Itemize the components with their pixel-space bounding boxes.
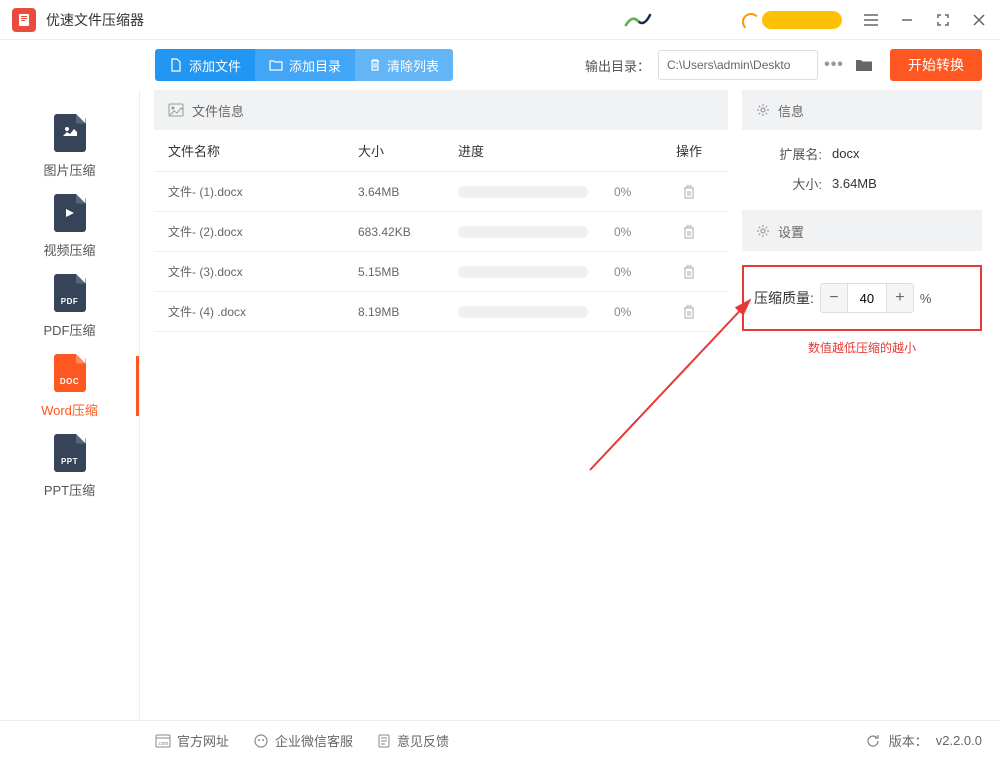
folder-icon xyxy=(269,58,283,72)
feedback-link[interactable]: 意见反馈 xyxy=(377,731,449,750)
info-size-row: 大小: 3.64MB xyxy=(742,168,982,198)
file-progress xyxy=(458,266,614,278)
table-row[interactable]: 文件- (3).docx5.15MB 0% xyxy=(154,252,728,292)
output-path-input[interactable]: C:\Users\admin\Deskto xyxy=(658,50,818,80)
file-pct: 0% xyxy=(614,185,664,199)
doc-file-icon: DOC xyxy=(54,354,86,392)
open-folder-button[interactable] xyxy=(850,50,878,80)
sidebar-item-label: 图片压缩 xyxy=(43,160,95,179)
clear-list-label: 清除列表 xyxy=(387,56,439,75)
sidebar-item-image[interactable]: 图片压缩 xyxy=(0,106,139,186)
start-convert-button[interactable]: 开始转换 xyxy=(890,49,982,81)
file-pct: 0% xyxy=(614,265,664,279)
file-size: 683.42KB xyxy=(358,225,458,239)
app-icon xyxy=(12,8,36,32)
file-pct: 0% xyxy=(614,225,664,239)
col-size-header: 大小 xyxy=(358,141,458,160)
file-icon xyxy=(169,58,183,72)
sidebar-item-video[interactable]: 视频压缩 xyxy=(0,186,139,266)
info-ext-value: docx xyxy=(832,146,859,161)
increase-button[interactable]: + xyxy=(887,284,913,312)
sidebar-item-label: PPT压缩 xyxy=(44,480,95,499)
refresh-icon[interactable] xyxy=(865,733,881,749)
info-size-value: 3.64MB xyxy=(832,176,877,191)
sidebar-item-pdf[interactable]: PDF PDF压缩 xyxy=(0,266,139,346)
fullscreen-icon[interactable] xyxy=(934,11,952,29)
gear-icon xyxy=(756,103,770,117)
quality-stepper: − 40 + xyxy=(820,283,914,313)
wechat-icon xyxy=(253,733,269,749)
decrease-button[interactable]: − xyxy=(821,284,847,312)
sidebar-item-label: PDF压缩 xyxy=(43,320,95,339)
delete-button[interactable] xyxy=(664,184,714,200)
delete-button[interactable] xyxy=(664,264,714,280)
official-link[interactable]: .com 官方网址 xyxy=(155,731,229,750)
picture-icon xyxy=(168,103,184,117)
clear-list-button[interactable]: 清除列表 xyxy=(355,49,453,81)
titlebar: 优速文件压缩器 xyxy=(0,0,1000,40)
quality-value[interactable]: 40 xyxy=(847,284,887,312)
sidebar-item-label: Word压缩 xyxy=(41,400,98,419)
file-size: 3.64MB xyxy=(358,185,458,199)
table-row[interactable]: 文件- (2).docx683.42KB 0% xyxy=(154,212,728,252)
brand-logo xyxy=(624,11,652,29)
ppt-file-icon: PPT xyxy=(54,434,86,472)
footer: .com 官方网址 企业微信客服 意见反馈 版本： v2.2.0.0 xyxy=(0,720,1000,760)
file-panel-header: 文件信息 xyxy=(154,90,728,130)
file-name: 文件- (3).docx xyxy=(168,263,358,280)
percent-sign: % xyxy=(920,291,932,306)
version: 版本： v2.2.0.0 xyxy=(865,731,982,750)
right-panel: 信息 扩展名: docx 大小: 3.64MB 设置 压缩质量: xyxy=(742,90,982,720)
delete-button[interactable] xyxy=(664,304,714,320)
file-pct: 0% xyxy=(614,305,664,319)
minimize-icon[interactable] xyxy=(898,11,916,29)
settings-header: 设置 xyxy=(742,211,982,251)
file-size: 8.19MB xyxy=(358,305,458,319)
quality-label: 压缩质量: xyxy=(754,288,814,308)
menu-icon[interactable] xyxy=(862,11,880,29)
table-row[interactable]: 文件- (4) .docx8.19MB 0% xyxy=(154,292,728,332)
image-file-icon xyxy=(54,114,86,152)
more-icon[interactable]: ••• xyxy=(818,50,850,80)
col-op-header: 操作 xyxy=(664,141,714,160)
file-progress xyxy=(458,226,614,238)
col-name-header: 文件名称 xyxy=(168,141,358,160)
website-icon: .com xyxy=(155,734,171,748)
file-size: 5.15MB xyxy=(358,265,458,279)
feedback-icon xyxy=(377,733,391,749)
sidebar-item-word[interactable]: DOC Word压缩 xyxy=(0,346,139,426)
add-dir-button[interactable]: 添加目录 xyxy=(255,49,355,81)
quality-setting-box: 压缩质量: − 40 + % xyxy=(742,265,982,331)
sidebar: 图片压缩 视频压缩 PDF PDF压缩 DOC Word压缩 PPT PPT压缩 xyxy=(0,90,140,720)
file-name: 文件- (4) .docx xyxy=(168,303,358,320)
file-name: 文件- (1).docx xyxy=(168,183,358,200)
close-icon[interactable] xyxy=(970,11,988,29)
svg-text:.com: .com xyxy=(158,741,169,747)
add-file-label: 添加文件 xyxy=(189,56,241,75)
add-dir-label: 添加目录 xyxy=(289,56,341,75)
output-label: 输出目录： xyxy=(585,56,650,75)
video-file-icon xyxy=(54,194,86,232)
sidebar-item-ppt[interactable]: PPT PPT压缩 xyxy=(0,426,139,506)
info-header: 信息 xyxy=(742,90,982,130)
info-ext-row: 扩展名: docx xyxy=(742,138,982,168)
file-progress xyxy=(458,186,614,198)
gear-icon xyxy=(756,224,770,238)
vip-badge[interactable] xyxy=(762,11,842,29)
app-title: 优速文件压缩器 xyxy=(46,10,144,30)
pdf-file-icon: PDF xyxy=(54,274,86,312)
file-progress xyxy=(458,306,614,318)
file-name: 文件- (2).docx xyxy=(168,223,358,240)
col-progress-header: 进度 xyxy=(458,141,614,160)
wechat-link[interactable]: 企业微信客服 xyxy=(253,731,353,750)
quality-hint: 数值越低压缩的越小 xyxy=(742,339,982,356)
toolbar: 添加文件 添加目录 清除列表 输出目录： C:\Users\admin\Desk… xyxy=(0,40,1000,90)
sidebar-item-label: 视频压缩 xyxy=(43,240,95,259)
trash-icon xyxy=(369,58,381,72)
table-row[interactable]: 文件- (1).docx3.64MB 0% xyxy=(154,172,728,212)
file-panel: 文件信息 文件名称 大小 进度 操作 文件- (1).docx3.64MB0%文… xyxy=(154,90,728,720)
delete-button[interactable] xyxy=(664,224,714,240)
add-file-button[interactable]: 添加文件 xyxy=(155,49,255,81)
table-header: 文件名称 大小 进度 操作 xyxy=(154,130,728,172)
